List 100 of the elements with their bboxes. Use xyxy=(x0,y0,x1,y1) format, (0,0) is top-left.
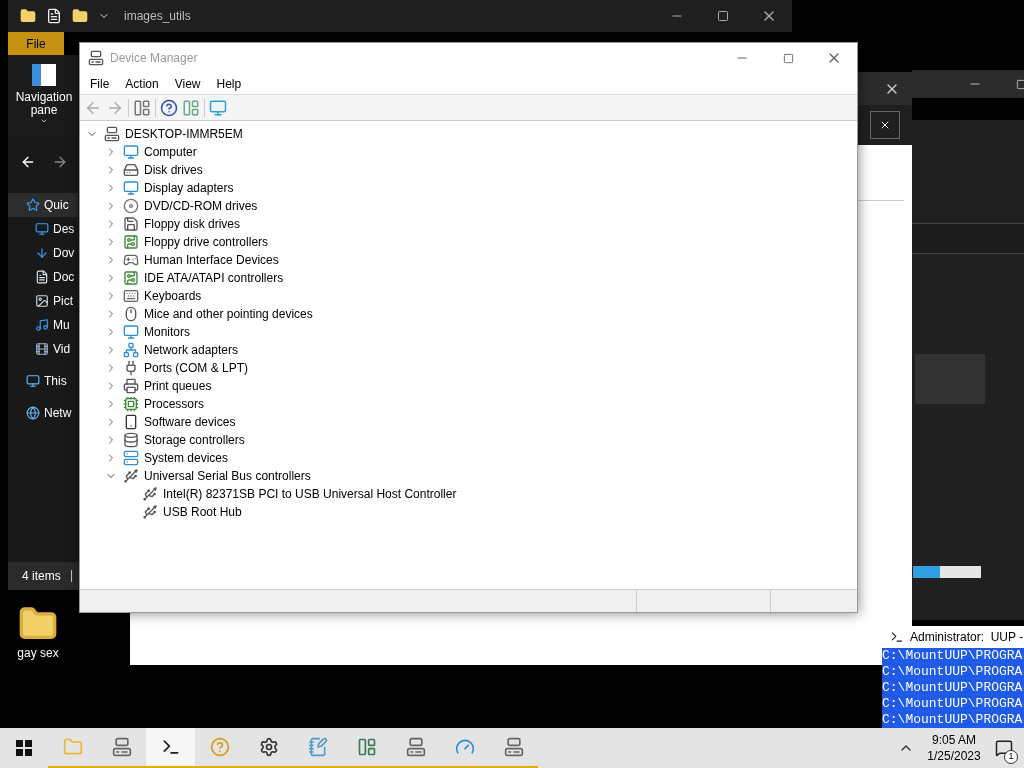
tree-item[interactable]: DESKTOP-IMMR5EM xyxy=(125,125,243,143)
tree-item[interactable]: Monitors xyxy=(144,323,190,341)
tree-item[interactable]: Keyboards xyxy=(144,287,202,305)
nav-item[interactable]: Quic xyxy=(8,193,78,217)
tree-item[interactable]: Display adapters xyxy=(144,179,234,197)
status-text: 4 items xyxy=(22,568,61,585)
notepad-icon xyxy=(307,737,328,757)
nav-item[interactable]: This xyxy=(8,369,78,393)
download-icon xyxy=(35,246,49,260)
floppy-icon xyxy=(123,216,139,232)
nav-item[interactable]: Netw xyxy=(8,401,78,425)
clock-date[interactable]: 1/25/2023 xyxy=(927,748,981,764)
menu-item[interactable]: File xyxy=(82,74,118,93)
usb-icon xyxy=(142,486,158,502)
maximize-button[interactable] xyxy=(1016,78,1024,90)
circuit-board-icon xyxy=(123,270,139,286)
forward-button[interactable] xyxy=(52,154,68,170)
window-title: Administrator: UUP - xyxy=(910,629,1024,646)
close-icon xyxy=(879,119,891,131)
computer-icon xyxy=(88,50,104,66)
film-icon xyxy=(35,342,49,356)
clock-time[interactable]: 9:05 AM xyxy=(932,732,976,748)
tree-item[interactable]: USB Root Hub xyxy=(163,503,242,521)
desktop-icon-label[interactable]: gay sex xyxy=(17,644,59,662)
circuit-board-icon xyxy=(123,234,139,250)
tree-item[interactable]: Network adapters xyxy=(144,341,239,359)
maximize-button[interactable] xyxy=(782,52,794,64)
drive-icon xyxy=(123,162,139,178)
folder-icon xyxy=(62,737,83,757)
gamepad-icon xyxy=(123,252,139,268)
keyboard-icon xyxy=(123,288,139,304)
tree-item[interactable]: Floppy disk drives xyxy=(144,215,241,233)
globe-icon xyxy=(26,406,40,420)
notification-button[interactable] xyxy=(995,739,1013,757)
menu-item[interactable]: Help xyxy=(208,74,250,93)
nav-item[interactable]: Doc xyxy=(8,265,78,289)
server-icon xyxy=(123,450,139,466)
back-button[interactable] xyxy=(20,154,36,170)
printer-icon xyxy=(123,378,139,394)
computer-icon xyxy=(111,737,132,757)
folder-icon[interactable] xyxy=(20,8,36,24)
folder-icon[interactable] xyxy=(72,8,88,24)
usb-icon xyxy=(142,504,158,520)
nav-item[interactable]: Des xyxy=(8,217,78,241)
chip-icon xyxy=(123,396,139,412)
menu-item[interactable]: View xyxy=(166,74,209,93)
help-button[interactable] xyxy=(160,98,178,117)
navigation-pane-button[interactable]: Navigation pane xyxy=(16,63,72,135)
window-title: Device Manager xyxy=(110,50,198,67)
notification-badge: 1 xyxy=(1004,750,1018,764)
window-title: images_utils xyxy=(124,8,191,25)
monitor-icon xyxy=(123,324,139,340)
tree-item[interactable]: Intel(R) 82371SB PCI to USB Universal Host Controller xyxy=(163,485,457,503)
tree-item[interactable]: Universal Serial Bus controllers xyxy=(144,467,311,485)
document-icon xyxy=(35,270,49,284)
nav-item[interactable]: Dov xyxy=(8,241,78,265)
ribbon-tab[interactable]: File xyxy=(8,32,64,55)
picture-icon xyxy=(35,294,49,308)
nav-item[interactable]: Vid xyxy=(8,337,78,361)
tree-item[interactable]: Storage controllers xyxy=(144,431,245,449)
plug-icon xyxy=(123,360,139,376)
tree-item[interactable]: Print queues xyxy=(144,377,212,395)
pane-icon xyxy=(31,63,57,87)
scan-button[interactable] xyxy=(209,98,227,117)
tree-item[interactable]: System devices xyxy=(144,449,229,467)
computer-icon xyxy=(104,126,120,142)
tree-item[interactable]: Mice and other pointing devices xyxy=(144,305,313,323)
maximize-button[interactable] xyxy=(717,10,729,22)
tree-item[interactable]: Processors xyxy=(144,395,205,413)
menu-item[interactable]: Action xyxy=(117,74,167,93)
document-icon[interactable] xyxy=(46,8,62,24)
help-icon xyxy=(209,737,230,757)
tree-item[interactable]: Software devices xyxy=(144,413,236,431)
computer-icon xyxy=(503,737,524,757)
tree-item[interactable]: Human Interface Devices xyxy=(144,251,279,269)
nav-item[interactable]: Pict xyxy=(8,289,78,313)
monitor-icon xyxy=(35,222,49,236)
device-icon xyxy=(123,414,139,430)
tree-item[interactable]: Computer xyxy=(144,143,197,161)
tree-item[interactable]: DVD/CD-ROM drives xyxy=(144,197,258,215)
caret-icon xyxy=(40,117,48,125)
control-panel-icon xyxy=(454,737,475,757)
tree-item[interactable]: Floppy drive controllers xyxy=(144,233,269,251)
tree-item[interactable]: Disk drives xyxy=(144,161,203,179)
tree-item[interactable]: IDE ATA/ATAPI controllers xyxy=(144,269,284,287)
properties-button[interactable] xyxy=(133,98,151,117)
usb-icon xyxy=(123,468,139,484)
window-icon xyxy=(356,737,377,757)
gear-icon xyxy=(258,737,279,757)
disc-icon xyxy=(123,198,139,214)
network-icon xyxy=(123,342,139,358)
start-button[interactable] xyxy=(16,740,32,756)
nav-item[interactable]: Mu xyxy=(8,313,78,337)
storage-icon xyxy=(123,432,139,448)
computer-icon xyxy=(405,737,426,757)
terminal-icon xyxy=(890,630,904,644)
mouse-icon xyxy=(123,306,139,322)
music-icon xyxy=(35,318,49,332)
monitor-icon xyxy=(123,144,139,160)
tree-item[interactable]: Ports (COM & LPT) xyxy=(144,359,248,377)
